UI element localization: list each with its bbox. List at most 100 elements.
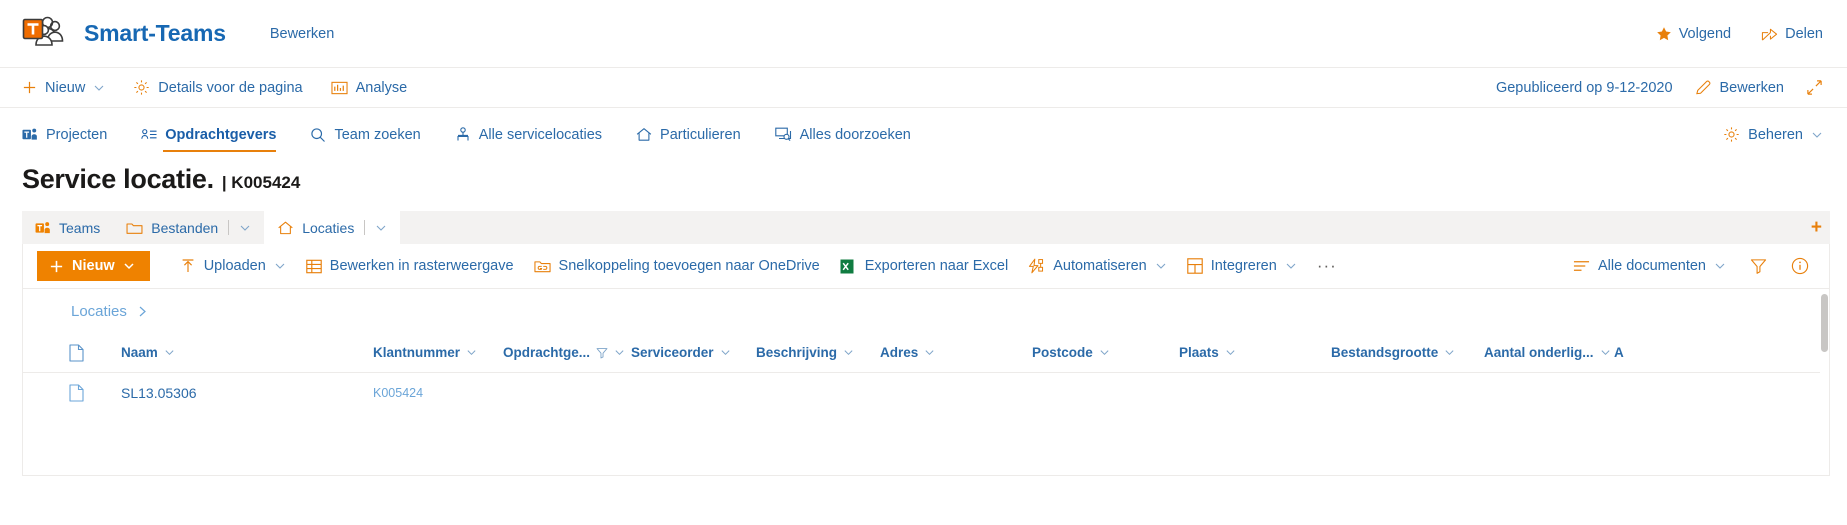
sidebar-item-projecten[interactable]: Projecten xyxy=(22,108,107,159)
analytics-button[interactable]: Analyse xyxy=(331,80,407,96)
upload-label: Uploaden xyxy=(203,258,266,274)
table-row[interactable]: SL13.05306 K005424 xyxy=(23,373,1829,413)
integrate-button[interactable]: Integreren xyxy=(1177,250,1307,282)
filter-button[interactable] xyxy=(1740,250,1777,282)
breadcrumb-item-locaties[interactable]: Locaties xyxy=(71,303,148,320)
view-selector-button[interactable]: Alle documenten xyxy=(1563,250,1736,282)
plus-icon xyxy=(49,259,64,274)
export-excel-button[interactable]: Exporteren naar Excel xyxy=(830,250,1018,282)
column-label: Klantnummer xyxy=(373,345,461,360)
column-header-serviceorder[interactable]: Serviceorder xyxy=(631,345,756,360)
column-label: Aantal onderlig... xyxy=(1484,345,1594,360)
tab-teams[interactable]: Teams xyxy=(22,211,113,244)
new-button[interactable]: Nieuw xyxy=(22,80,105,96)
folder-icon xyxy=(126,221,143,235)
column-header-klantnummer[interactable]: Klantnummer xyxy=(373,345,503,360)
grid-edit-button[interactable]: Bewerken in rasterweergave xyxy=(296,250,524,282)
column-header-plaats[interactable]: Plaats xyxy=(1179,345,1331,360)
edit-page-button[interactable]: Bewerken xyxy=(1695,79,1784,96)
page-details-button[interactable]: Details voor de pagina xyxy=(133,79,303,96)
tab-locaties[interactable]: Locaties xyxy=(264,211,401,244)
manage-button[interactable]: Beheren xyxy=(1723,124,1823,143)
library-toolbar: Nieuw Uploaden Bewerken in rasterweergav… xyxy=(23,244,1829,289)
breadcrumb-label: Locaties xyxy=(71,302,127,320)
table-header-row: Naam Klantnummer Opdrachtge... Serviceor… xyxy=(23,333,1829,373)
site-header: Smart-Teams Bewerken Volgend Delen xyxy=(0,0,1847,67)
filter-funnel-icon[interactable] xyxy=(596,347,608,359)
export-excel-label: Exporteren naar Excel xyxy=(864,258,1009,274)
org-hierarchy-icon xyxy=(455,127,471,142)
contact-list-icon xyxy=(141,127,157,142)
sidebar-item-particulieren[interactable]: Particulieren xyxy=(636,108,741,159)
upload-icon xyxy=(180,258,196,274)
follow-button[interactable]: Volgend xyxy=(1656,26,1731,42)
published-status: Gepubliceerd op 9-12-2020 xyxy=(1495,79,1673,96)
new-document-button[interactable]: Nieuw xyxy=(37,251,150,281)
cell-naam[interactable]: SL13.05306 xyxy=(121,385,373,401)
teams-icon xyxy=(35,221,51,235)
column-header-truncated[interactable]: A xyxy=(1614,345,1654,360)
teams-icon xyxy=(22,127,38,142)
sidebar-item-opdrachtgevers[interactable]: Opdrachtgevers xyxy=(141,108,277,159)
bar-chart-icon xyxy=(331,80,348,96)
page-title: Service locatie. | K005424 xyxy=(0,160,1847,202)
library-tabs-right: + xyxy=(1811,211,1830,244)
gear-icon xyxy=(133,79,150,96)
page-details-label: Details voor de pagina xyxy=(158,79,303,96)
add-tab-button[interactable]: + xyxy=(1811,218,1822,237)
automate-button[interactable]: Automatiseren xyxy=(1018,250,1177,282)
sidebar-item-label: Alles doorzoeken xyxy=(799,126,911,143)
column-header-postcode[interactable]: Postcode xyxy=(1032,345,1179,360)
chevron-down-icon xyxy=(466,347,477,358)
sidebar-item-alles-doorzoeken[interactable]: Alles doorzoeken xyxy=(774,108,911,159)
site-edit-link[interactable]: Bewerken xyxy=(270,26,334,42)
chevron-down-icon xyxy=(1811,129,1823,141)
row-file-icon-cell xyxy=(23,384,121,402)
chevron-down-icon[interactable] xyxy=(239,222,251,234)
chevron-down-icon xyxy=(1155,260,1167,272)
breadcrumb: Locaties xyxy=(23,289,1829,333)
edit-page-label: Bewerken xyxy=(1719,79,1784,96)
onedrive-shortcut-button[interactable]: Snelkoppeling toevoegen naar OneDrive xyxy=(524,250,830,282)
column-header-naam[interactable]: Naam xyxy=(121,345,373,360)
column-label: Serviceorder xyxy=(631,345,714,360)
file-icon xyxy=(69,384,84,402)
upload-button[interactable]: Uploaden xyxy=(170,250,296,282)
sidebar-item-alle-servicelocaties[interactable]: Alle servicelocaties xyxy=(455,108,602,159)
power-automate-icon xyxy=(1028,258,1045,274)
site-title[interactable]: Smart-Teams xyxy=(84,20,226,47)
site-nav-right: Beheren xyxy=(1723,108,1823,159)
column-header-opdrachtgever[interactable]: Opdrachtge... xyxy=(503,345,631,360)
column-header-beschrijving[interactable]: Beschrijving xyxy=(756,345,880,360)
search-window-icon xyxy=(774,127,792,142)
library-scrollbar[interactable] xyxy=(1820,290,1829,475)
chevron-down-icon xyxy=(614,347,625,358)
chevron-down-icon xyxy=(123,260,135,272)
file-type-column-header[interactable] xyxy=(23,343,121,362)
document-library-webpart: Teams Bestanden Locaties + Nieuw Uploade… xyxy=(22,211,1830,476)
share-icon xyxy=(1761,26,1778,42)
sidebar-item-label: Particulieren xyxy=(660,126,741,143)
gear-icon xyxy=(1723,126,1740,143)
sidebar-item-team-zoeken[interactable]: Team zoeken xyxy=(310,108,421,159)
tab-divider xyxy=(228,220,230,235)
column-header-adres[interactable]: Adres xyxy=(880,345,1032,360)
filter-funnel-icon xyxy=(1750,258,1767,274)
column-label: Bestandsgrootte xyxy=(1331,345,1439,360)
tab-label: Teams xyxy=(59,219,101,236)
column-header-bestandsgrootte[interactable]: Bestandsgrootte xyxy=(1331,345,1484,360)
scrollbar-thumb[interactable] xyxy=(1821,294,1828,352)
tab-bestanden[interactable]: Bestanden xyxy=(113,211,264,244)
library-tabs: Teams Bestanden Locaties + xyxy=(22,211,1830,244)
home-icon xyxy=(277,221,294,235)
expand-arrows-icon[interactable] xyxy=(1806,79,1823,96)
overflow-menu-button[interactable]: ··· xyxy=(1307,250,1347,282)
info-button[interactable] xyxy=(1781,250,1819,282)
new-label: Nieuw xyxy=(45,79,86,96)
chevron-right-icon xyxy=(137,305,148,318)
chevron-down-icon[interactable] xyxy=(375,222,387,234)
column-label: Opdrachtge... xyxy=(503,345,591,360)
column-header-aantal-onderliggend[interactable]: Aantal onderlig... xyxy=(1484,345,1614,360)
chevron-down-icon xyxy=(1225,347,1236,358)
share-button[interactable]: Delen xyxy=(1761,26,1823,42)
